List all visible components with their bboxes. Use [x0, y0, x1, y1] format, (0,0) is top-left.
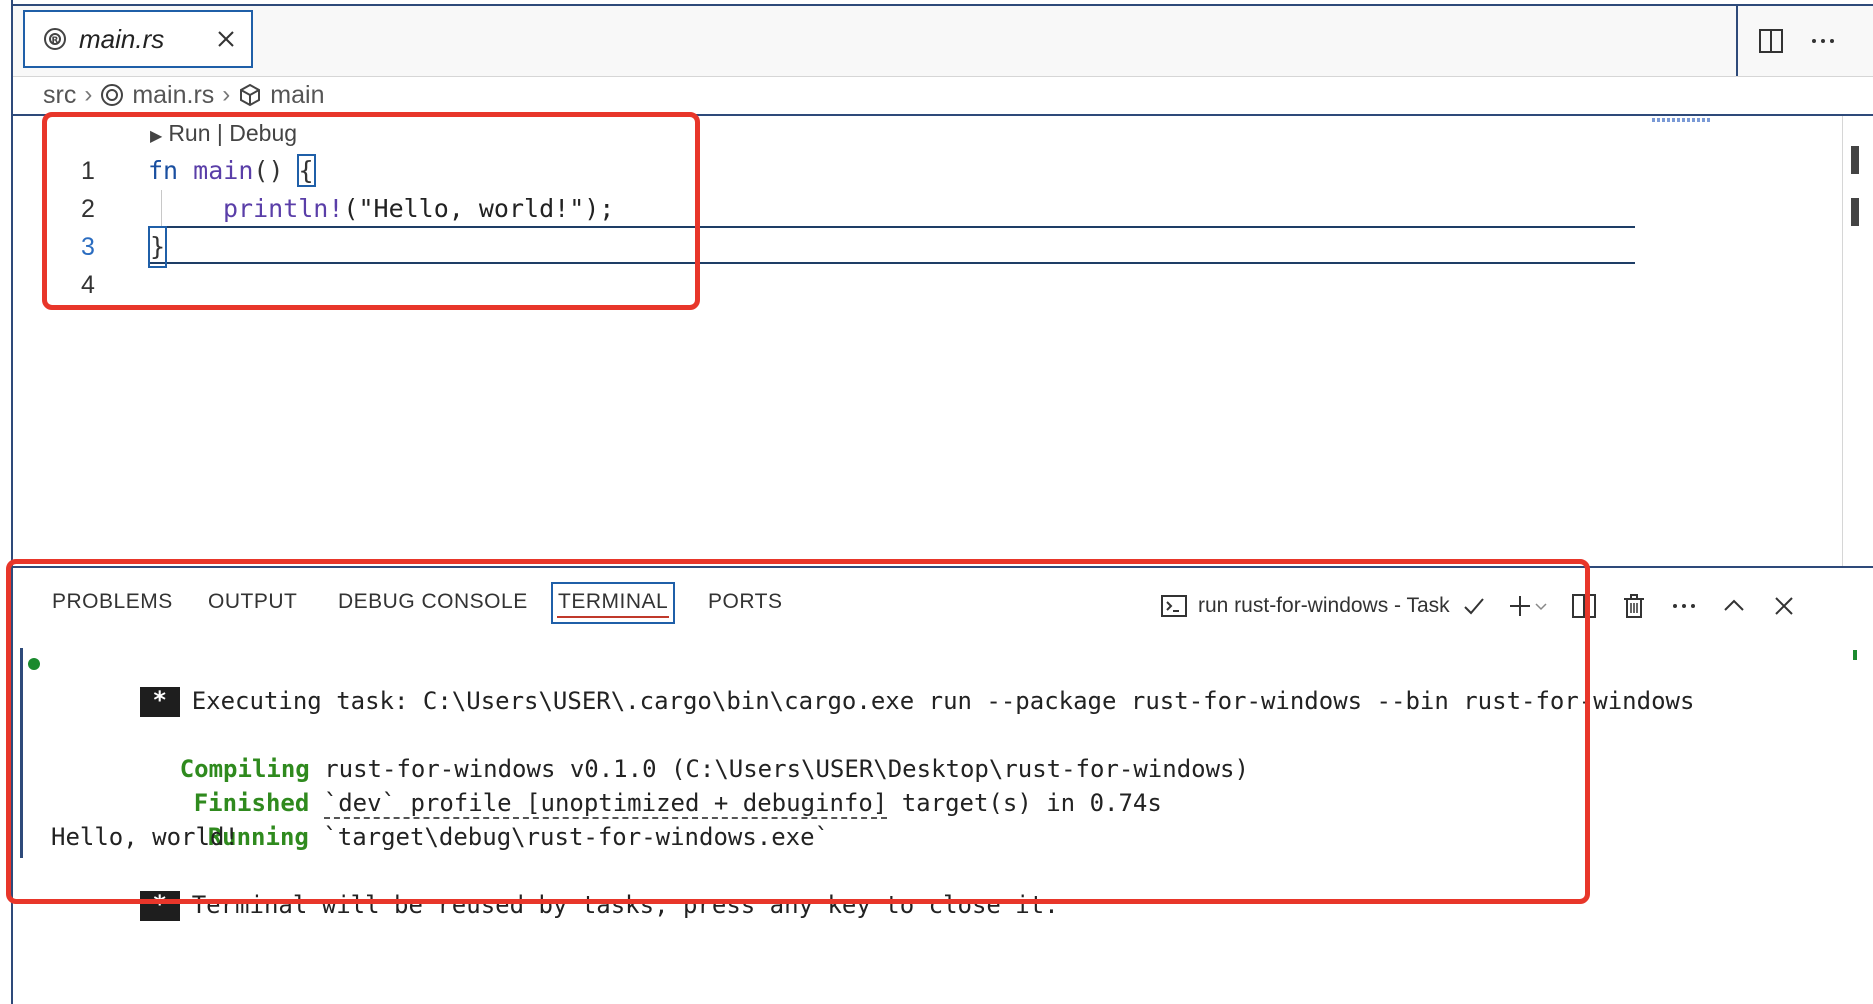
chevron-right-icon: ›: [84, 81, 93, 108]
chevron-up-icon[interactable]: [1720, 592, 1748, 620]
close-icon[interactable]: [213, 26, 239, 52]
editor-tab-bar: R main.rs: [13, 6, 1873, 77]
vscode-window: R main.rs src › main.rs › main ▶ Run | D…: [0, 0, 1873, 1004]
editor-actions: [1736, 6, 1873, 76]
scroll-marker: [1851, 198, 1859, 226]
minimap[interactable]: [1652, 118, 1712, 122]
svg-text:R: R: [52, 36, 59, 46]
breadcrumb-symbol-label: main: [270, 80, 325, 109]
tab-main-rs[interactable]: R main.rs: [23, 10, 253, 68]
split-editor-icon[interactable]: [1756, 26, 1786, 56]
tab-label: main.rs: [79, 23, 165, 54]
highlight-box-editor: [42, 112, 700, 310]
scroll-thumb[interactable]: [1851, 146, 1859, 174]
highlight-box-panel: [6, 559, 1590, 904]
close-icon[interactable]: [1770, 592, 1798, 620]
terminal-scroll-marker: [1853, 650, 1857, 660]
breadcrumb-src[interactable]: src: [43, 81, 76, 110]
rust-file-icon: R: [44, 28, 66, 50]
more-actions-icon[interactable]: [1670, 592, 1698, 620]
breadcrumb-file-label: main.rs: [132, 80, 215, 109]
editor-scrollbar[interactable]: [1842, 116, 1865, 566]
rust-file-icon: [101, 84, 124, 106]
chevron-right-icon: ›: [222, 81, 231, 108]
cube-symbol-icon: [240, 83, 261, 107]
more-actions-icon[interactable]: [1808, 26, 1838, 56]
trash-icon[interactable]: [1620, 592, 1648, 620]
breadcrumb-file[interactable]: main.rs: [100, 81, 214, 110]
breadcrumb: src › main.rs › main: [13, 76, 1873, 116]
breadcrumb-symbol[interactable]: main: [238, 81, 324, 110]
